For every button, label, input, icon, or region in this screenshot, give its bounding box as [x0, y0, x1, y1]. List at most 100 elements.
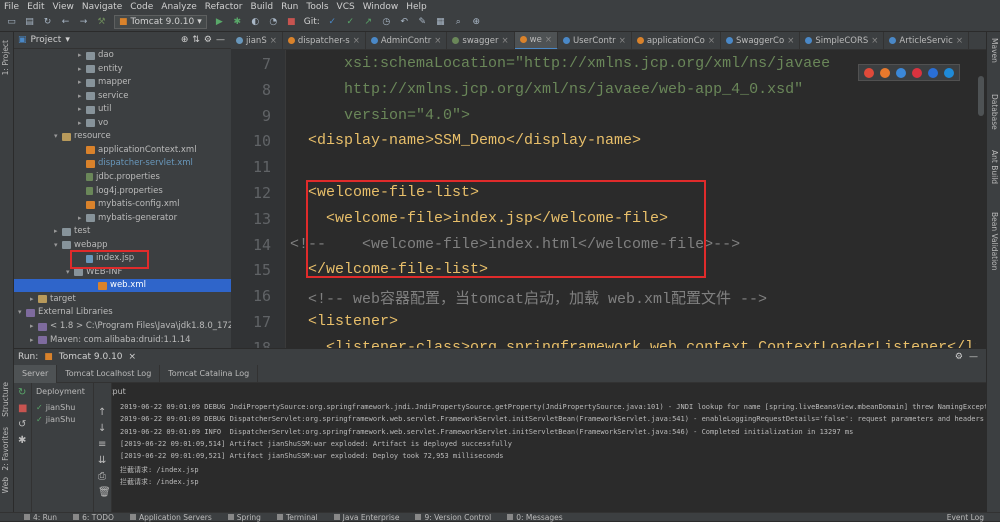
- status-tool-button[interactable]: Java Enterprise: [333, 513, 399, 522]
- debug-icon[interactable]: ✱: [232, 17, 243, 28]
- tree-item[interactable]: ▸ mybatis-generator: [78, 212, 177, 225]
- hide-icon[interactable]: —: [216, 35, 225, 45]
- favorites-tool-label[interactable]: 2: Favorites: [1, 427, 10, 471]
- chevron-icon[interactable]: ▾: [18, 306, 26, 319]
- menu-build[interactable]: Build: [251, 2, 274, 12]
- chevron-icon[interactable]: ▾: [54, 239, 62, 252]
- menu-edit[interactable]: Edit: [27, 2, 44, 12]
- tree-item[interactable]: ▸ dao: [78, 49, 114, 62]
- event-log-button[interactable]: Event Log: [947, 513, 984, 522]
- save-icon[interactable]: ▤: [24, 17, 35, 28]
- maven-tool-label[interactable]: Maven: [990, 38, 999, 63]
- gear-icon[interactable]: ⚙: [204, 35, 212, 45]
- status-tool-button[interactable]: Application Servers: [129, 513, 212, 522]
- git-update-icon[interactable]: ✓: [327, 17, 338, 28]
- scroll-to-end-icon[interactable]: ⇊: [98, 455, 106, 466]
- run-config-select[interactable]: ■ Tomcat 9.0.10 ▾: [114, 15, 207, 29]
- tree-item[interactable]: web.xml: [14, 279, 231, 293]
- tree-item[interactable]: ▾ resource: [54, 130, 111, 143]
- opera-icon[interactable]: [912, 67, 922, 78]
- sync-icon[interactable]: ↻: [42, 17, 53, 28]
- output-console[interactable]: Output 2019-06-22 09:01:09 DEBUG JndiPro…: [112, 383, 986, 512]
- tree-item[interactable]: dispatcher-servlet.xml: [78, 157, 193, 170]
- menu-code[interactable]: Code: [130, 2, 153, 12]
- editor-tab[interactable]: SwaggerCo ×: [721, 32, 801, 49]
- edge-icon[interactable]: [944, 67, 954, 78]
- chevron-icon[interactable]: ▸: [78, 49, 86, 62]
- editor-tab[interactable]: SimpleCORS ×: [800, 32, 885, 49]
- run-config-name[interactable]: Tomcat 9.0.10: [59, 352, 123, 362]
- chevron-icon[interactable]: ▸: [78, 76, 86, 89]
- collapse-icon[interactable]: ⇅: [192, 35, 200, 45]
- tree-item[interactable]: ▸ < 1.8 > C:\Program Files\Java\jdk1.8.0_…: [30, 320, 231, 333]
- chevron-icon[interactable]: ▸: [78, 212, 86, 225]
- chevron-icon[interactable]: ▸: [30, 293, 38, 306]
- search-icon[interactable]: ⌕: [453, 17, 464, 28]
- git-push-icon[interactable]: ↗: [363, 17, 374, 28]
- tree-item[interactable]: ▸ entity: [78, 63, 123, 76]
- close-icon[interactable]: ×: [270, 36, 277, 46]
- project-tool-label[interactable]: 1: Project: [1, 40, 10, 75]
- ant-build-tool-label[interactable]: Ant Build: [990, 150, 999, 184]
- coverage-icon[interactable]: ◐: [250, 17, 261, 28]
- stop-icon[interactable]: ■: [18, 403, 27, 414]
- plugin-icon[interactable]: ⊕: [471, 17, 482, 28]
- tree-item[interactable]: ▸ test: [54, 225, 90, 238]
- status-tool-button[interactable]: 9: Version Control: [415, 513, 491, 522]
- locate-icon[interactable]: ⊕: [181, 35, 189, 45]
- chrome-icon[interactable]: [864, 67, 874, 78]
- editor-tab[interactable]: AdminContr ×: [366, 32, 448, 49]
- ie-icon[interactable]: [928, 67, 938, 78]
- close-icon[interactable]: ×: [956, 36, 963, 46]
- status-tool-button[interactable]: Spring: [227, 513, 261, 522]
- git-commit-icon[interactable]: ✓: [345, 17, 356, 28]
- status-tool-button[interactable]: 6: TODO: [73, 513, 114, 522]
- editor-tab[interactable]: dispatcher-s ×: [283, 32, 366, 49]
- soft-wrap-icon[interactable]: ≡: [98, 439, 106, 450]
- bean-validation-tool-label[interactable]: Bean Validation: [990, 212, 999, 271]
- scroll-down-icon[interactable]: ↓: [98, 423, 106, 434]
- tree-item[interactable]: ▸ service: [78, 90, 128, 103]
- web-tool-label[interactable]: Web: [1, 477, 10, 493]
- chevron-icon[interactable]: ▸: [54, 225, 62, 238]
- menu-tools[interactable]: Tools: [306, 2, 328, 12]
- chevron-icon[interactable]: ▸: [78, 117, 86, 130]
- database-tool-label[interactable]: Database: [990, 94, 999, 130]
- chevron-icon[interactable]: ▾: [54, 130, 62, 143]
- menu-vcs[interactable]: VCS: [337, 2, 355, 12]
- history-icon[interactable]: ◷: [381, 17, 392, 28]
- tree-item[interactable]: applicationContext.xml: [78, 144, 197, 157]
- run-tab[interactable]: Server: [14, 364, 58, 383]
- menu-help[interactable]: Help: [406, 2, 427, 12]
- tree-item[interactable]: ▾ External Libraries: [18, 306, 113, 319]
- close-icon[interactable]: ×: [708, 36, 715, 46]
- debug-icon[interactable]: ✱: [18, 435, 26, 446]
- close-icon[interactable]: ×: [434, 36, 441, 46]
- print-icon[interactable]: ⎙: [98, 471, 106, 482]
- structure-tool-label[interactable]: Structure: [1, 382, 10, 417]
- menu-run[interactable]: Run: [281, 2, 298, 12]
- chevron-icon[interactable]: ▸: [78, 63, 86, 76]
- editor-tab[interactable]: jianS ×: [231, 32, 283, 49]
- tree-item[interactable]: ▸ Maven: com.alibaba:druid:1.1.14: [30, 334, 191, 347]
- tree-item[interactable]: mybatis-config.xml: [78, 198, 180, 211]
- close-icon[interactable]: ×: [619, 36, 626, 46]
- forward-icon[interactable]: →: [78, 17, 89, 28]
- open-icon[interactable]: ▭: [6, 17, 17, 28]
- update-icon[interactable]: ↺: [18, 419, 26, 430]
- scroll-up-icon[interactable]: ↑: [98, 407, 106, 418]
- menu-window[interactable]: Window: [363, 2, 399, 12]
- menu-analyze[interactable]: Analyze: [161, 2, 196, 12]
- chevron-down-icon[interactable]: ▾: [65, 35, 70, 45]
- firefox-icon[interactable]: [880, 67, 890, 78]
- scroll-thumb[interactable]: [978, 76, 984, 116]
- chevron-icon[interactable]: ▸: [78, 90, 86, 103]
- stop-icon[interactable]: ■: [286, 17, 297, 28]
- editor-scrollbar[interactable]: [976, 50, 986, 348]
- run-icon[interactable]: ▶: [214, 17, 225, 28]
- menu-refactor[interactable]: Refactor: [205, 2, 243, 12]
- settings-wrench-icon[interactable]: ✎: [417, 17, 428, 28]
- status-tool-button[interactable]: 0: Messages: [507, 513, 563, 522]
- run-tab[interactable]: Tomcat Catalina Log: [160, 364, 259, 383]
- tree-item[interactable]: log4j.properties: [78, 185, 163, 198]
